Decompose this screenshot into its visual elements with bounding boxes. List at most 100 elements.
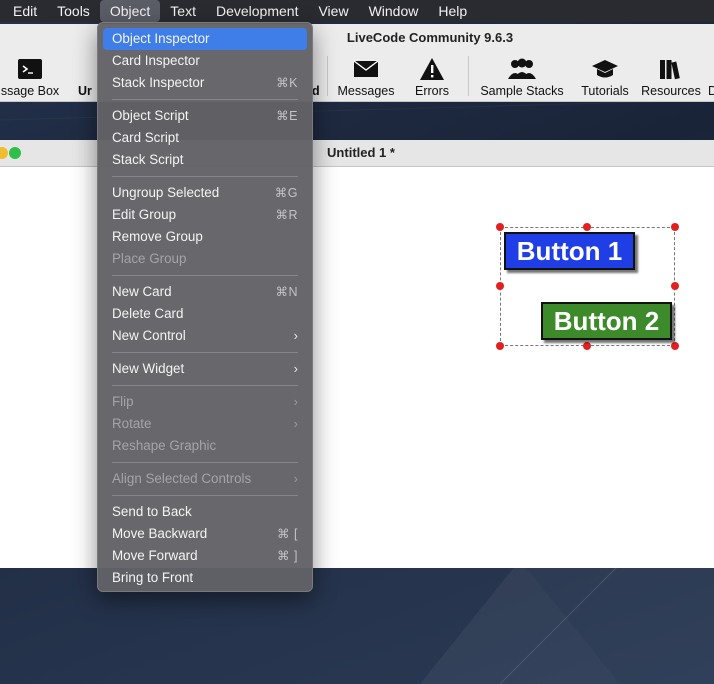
menu-item-label: Flip <box>112 394 134 409</box>
menu-item-shortcut: ⌘E <box>276 109 298 123</box>
selection-handle[interactable] <box>671 223 679 231</box>
menu-item-delete-card[interactable]: Delete Card <box>103 303 307 325</box>
menu-item-label: Object Script <box>112 108 189 123</box>
menu-item-label: Object Inspector <box>112 31 210 46</box>
object-menu-dropdown: Object Inspector Card Inspector Stack Insp… <box>97 22 313 592</box>
toolbar-partial-item[interactable]: d <box>312 56 324 98</box>
button-1[interactable]: Button 1 <box>504 232 635 270</box>
menu-item-object-inspector[interactable]: Object Inspector <box>103 28 307 50</box>
toolbar-errors-label: Errors <box>414 84 450 98</box>
selection-handle[interactable] <box>583 223 591 231</box>
selection-handle[interactable] <box>671 282 679 290</box>
menu-item-label: Align Selected Controls <box>112 471 252 486</box>
menu-text[interactable]: Text <box>160 0 206 22</box>
menu-item-send-to-back[interactable]: Send to Back <box>103 501 307 523</box>
menu-item-label: Rotate <box>112 416 152 431</box>
menu-item-label: New Control <box>112 328 186 343</box>
menu-separator <box>112 462 298 463</box>
menu-item-move-forward[interactable]: Move Forward ⌘ ] <box>103 545 307 567</box>
menu-item-label: Edit Group <box>112 207 177 222</box>
menu-bar: Edit Tools Object Text Development View … <box>0 0 714 22</box>
menu-item-align-selected-controls: Align Selected Controls › <box>103 468 307 490</box>
menu-item-stack-script[interactable]: Stack Script <box>103 149 307 171</box>
menu-item-label: Stack Script <box>112 152 184 167</box>
menu-separator <box>112 385 298 386</box>
menu-item-edit-group[interactable]: Edit Group ⌘R <box>103 204 307 226</box>
menu-item-remove-group[interactable]: Remove Group <box>103 226 307 248</box>
toolbar-messages-label: Messages <box>337 84 395 98</box>
toolbar-resources[interactable]: Resources <box>638 56 704 98</box>
partial-icon <box>312 56 324 82</box>
menu-development[interactable]: Development <box>206 0 309 22</box>
chevron-right-icon: › <box>293 471 298 486</box>
toolbar-message-box-label: ssage Box <box>0 84 60 98</box>
menu-separator <box>112 176 298 177</box>
menu-window[interactable]: Window <box>359 0 429 22</box>
menu-item-label: New Widget <box>112 361 185 376</box>
menu-object[interactable]: Object <box>99 0 161 22</box>
menu-item-ungroup-selected[interactable]: Ungroup Selected ⌘G <box>103 182 307 204</box>
menu-item-shortcut: ⌘N <box>275 285 298 299</box>
menu-item-move-backward[interactable]: Move Backward ⌘ [ <box>103 523 307 545</box>
menu-edit[interactable]: Edit <box>0 0 47 22</box>
toolbar-partial-label: d <box>312 84 320 98</box>
mortarboard-icon <box>576 56 634 82</box>
menu-item-label: Remove Group <box>112 229 203 244</box>
menu-item-shortcut: ⌘G <box>274 186 298 200</box>
chevron-right-icon: › <box>293 416 298 431</box>
menu-item-new-widget[interactable]: New Widget › <box>103 358 307 380</box>
books-icon <box>638 56 704 82</box>
selection-handle[interactable] <box>671 342 679 350</box>
menu-item-place-group: Place Group <box>103 248 307 270</box>
menu-item-card-script[interactable]: Card Script <box>103 127 307 149</box>
menu-item-object-script[interactable]: Object Script ⌘E <box>103 105 307 127</box>
toolbar-partial-label: D <box>708 84 714 98</box>
menu-item-shortcut: ⌘R <box>275 208 298 222</box>
selection-handle[interactable] <box>496 223 504 231</box>
menu-item-label: Place Group <box>112 251 187 266</box>
menu-item-reshape-graphic: Reshape Graphic <box>103 435 307 457</box>
menu-item-label: Delete Card <box>112 306 184 321</box>
menu-item-label: New Card <box>112 284 172 299</box>
toolbar-partial-item[interactable]: D <box>708 56 714 98</box>
warning-icon <box>406 56 458 82</box>
toolbar-messages[interactable]: Messages <box>332 56 400 98</box>
chevron-right-icon: › <box>293 394 298 409</box>
selection-handle[interactable] <box>496 342 504 350</box>
menu-item-label: Card Script <box>112 130 179 145</box>
menu-item-flip: Flip › <box>103 391 307 413</box>
selection-handle[interactable] <box>496 282 504 290</box>
menu-item-label: Send to Back <box>112 504 192 519</box>
menu-item-bring-to-front[interactable]: Bring to Front <box>103 567 307 589</box>
toolbar-message-box[interactable]: ssage Box <box>0 56 68 98</box>
menu-item-shortcut: ⌘ ] <box>277 549 298 563</box>
menu-item-shortcut: ⌘ [ <box>277 527 298 541</box>
toolbar-errors[interactable]: Errors <box>406 56 458 98</box>
menu-item-label: Ungroup Selected <box>112 185 220 200</box>
toolbar-separator <box>468 56 469 96</box>
menu-view[interactable]: View <box>308 0 358 22</box>
menu-item-new-card[interactable]: New Card ⌘N <box>103 281 307 303</box>
chevron-right-icon: › <box>293 328 298 343</box>
toolbar-sample-stacks[interactable]: Sample Stacks <box>474 56 570 98</box>
menu-separator <box>112 275 298 276</box>
toolbar-tutorials[interactable]: Tutorials <box>576 56 634 98</box>
menu-tools[interactable]: Tools <box>47 0 100 22</box>
people-icon <box>474 56 570 82</box>
menu-item-new-control[interactable]: New Control › <box>103 325 307 347</box>
menu-item-card-inspector[interactable]: Card Inspector <box>103 50 307 72</box>
button-2[interactable]: Button 2 <box>541 302 672 340</box>
menu-help[interactable]: Help <box>428 0 477 22</box>
menu-item-shortcut: ⌘K <box>276 76 298 90</box>
menu-separator <box>112 352 298 353</box>
chevron-right-icon: › <box>293 361 298 376</box>
terminal-icon <box>0 56 68 82</box>
menu-item-label: Stack Inspector <box>112 75 205 90</box>
menu-separator <box>112 495 298 496</box>
selection-handle[interactable] <box>583 342 591 350</box>
partial-icon <box>708 56 714 82</box>
menu-item-label: Card Inspector <box>112 53 200 68</box>
toolbar-resources-label: Resources <box>641 84 701 98</box>
envelope-icon <box>332 56 400 82</box>
menu-item-stack-inspector[interactable]: Stack Inspector ⌘K <box>103 72 307 94</box>
